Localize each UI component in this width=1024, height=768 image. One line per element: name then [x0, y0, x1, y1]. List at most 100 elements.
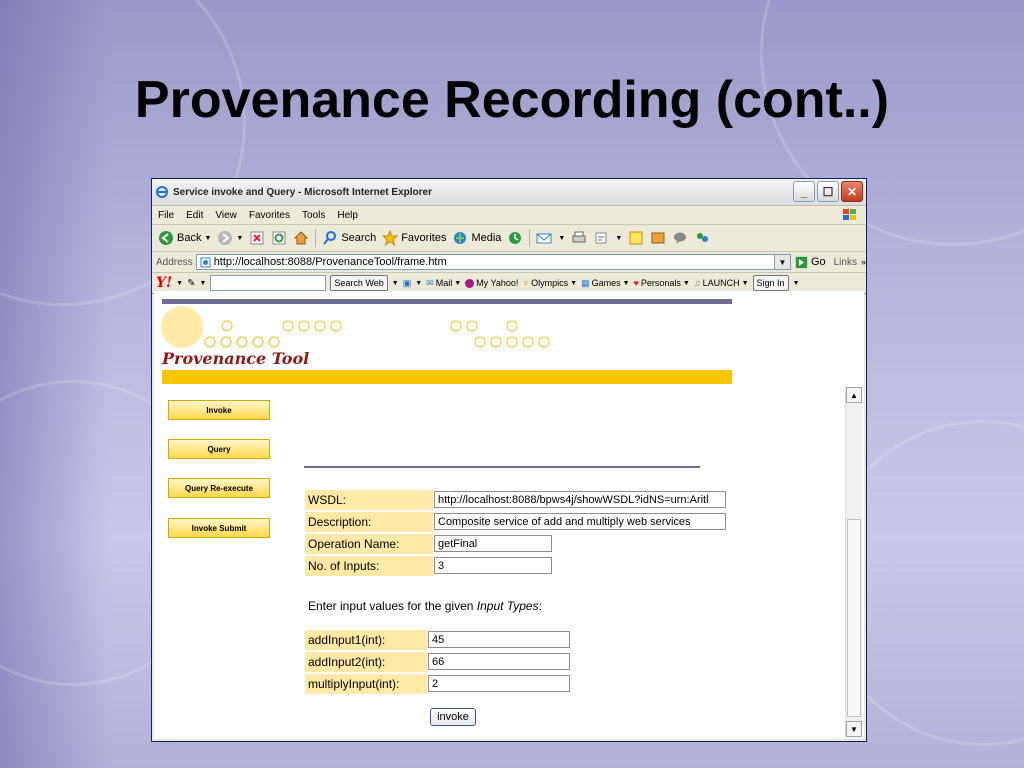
- add-input1-field[interactable]: 45: [428, 631, 570, 648]
- menu-help[interactable]: Help: [337, 210, 358, 221]
- yahoo-logo[interactable]: Y!: [156, 275, 172, 291]
- instruction-prefix: Enter input values for the given: [308, 599, 477, 613]
- ie-icon: [156, 186, 168, 198]
- favorites-button[interactable]: Favorites: [382, 230, 446, 246]
- search-button[interactable]: Search: [322, 230, 376, 246]
- my-yahoo-link[interactable]: My Yahoo!: [465, 278, 518, 288]
- query-reexecute-nav-button[interactable]: Query Re-execute: [168, 478, 270, 498]
- menu-edit[interactable]: Edit: [186, 210, 203, 221]
- wsdl-field[interactable]: http://localhost:8088/bpws4j/showWSDL?id…: [434, 491, 726, 508]
- toolbar-separator: [529, 229, 531, 247]
- invoke-nav-button[interactable]: Invoke: [168, 400, 270, 420]
- chevron-down-icon[interactable]: ▼: [558, 235, 565, 242]
- maximize-button[interactable]: ☐: [817, 181, 839, 202]
- search-web-button[interactable]: Search Web: [330, 275, 388, 291]
- history-icon[interactable]: [507, 230, 523, 246]
- header-gold-band: [162, 370, 732, 384]
- query-nav-button[interactable]: Query: [168, 439, 270, 459]
- yahoo-mail-link[interactable]: ✉ Mail ▼: [426, 278, 461, 289]
- scroll-up-button[interactable]: ▲: [846, 387, 862, 403]
- chevron-down-icon[interactable]: ▼: [415, 280, 422, 287]
- sign-in-button[interactable]: Sign In: [752, 275, 789, 291]
- notes-icon[interactable]: [628, 230, 644, 246]
- scroll-thumb[interactable]: [847, 519, 861, 717]
- address-dropdown-button[interactable]: ▼: [773, 255, 790, 269]
- toolbar-separator: [315, 229, 317, 247]
- multiply-input-label: multiplyInput(int):: [305, 674, 427, 694]
- chevron-down-icon[interactable]: ▼: [793, 280, 800, 287]
- chevron-down-icon: ▼: [454, 279, 462, 287]
- minimize-button[interactable]: _: [793, 181, 815, 202]
- pencil-icon[interactable]: ✎: [187, 278, 195, 289]
- chevron-down-icon[interactable]: ▼: [236, 235, 243, 242]
- chevron-down-icon[interactable]: ▼: [615, 235, 622, 242]
- menu-bar: File Edit View Favorites Tools Help: [152, 206, 866, 225]
- invoke-submit-nav-button[interactable]: Invoke Submit: [168, 518, 270, 538]
- olympics-label: Olympics: [531, 278, 569, 288]
- chevron-right-icon[interactable]: »: [861, 257, 866, 267]
- olympics-link[interactable]: ♆ Olympics ▼: [522, 278, 577, 288]
- back-button[interactable]: Back ▼: [158, 230, 211, 246]
- messenger-icon[interactable]: [672, 230, 688, 246]
- invoke-button[interactable]: invoke: [430, 708, 476, 726]
- wsdl-label: WSDL:: [305, 490, 433, 510]
- operation-name-field[interactable]: getFinal: [434, 535, 552, 552]
- chevron-down-icon: ▼: [778, 257, 787, 267]
- favorites-label: Favorites: [401, 232, 447, 244]
- description-field[interactable]: Composite service of add and multiply we…: [434, 513, 726, 530]
- yahoo-search-input[interactable]: [210, 275, 327, 291]
- standard-toolbar: Back ▼ ▼ Search Favorites Media ▼ ▼: [152, 225, 866, 252]
- scroll-down-button[interactable]: ▼: [846, 721, 862, 737]
- window-titlebar[interactable]: Service invoke and Query - Microsoft Int…: [152, 179, 866, 206]
- instruction-emphasis: Input Types: [476, 599, 539, 613]
- back-label: Back: [177, 232, 202, 244]
- chevron-down-icon: ▼: [622, 279, 630, 287]
- window-title: Service invoke and Query - Microsoft Int…: [173, 186, 432, 198]
- games-label: Games: [591, 278, 621, 288]
- forward-arrow-icon: [218, 231, 233, 245]
- forward-button[interactable]: ▼: [217, 230, 243, 246]
- vertical-scrollbar[interactable]: ▲ ▼: [845, 387, 862, 737]
- chevron-down-icon: ▼: [850, 724, 858, 734]
- search-icon: [323, 231, 337, 245]
- add-input1-label: addInput1(int):: [305, 630, 427, 650]
- multiply-input-field[interactable]: 2: [428, 675, 570, 692]
- menu-file[interactable]: File: [158, 210, 174, 221]
- address-label: Address: [156, 256, 193, 268]
- chevron-down-icon[interactable]: ▼: [392, 280, 399, 287]
- slide-title: Provenance Recording (cont..): [134, 71, 890, 129]
- personals-link[interactable]: ♥ Personals ▼: [634, 278, 690, 288]
- media-label: Media: [471, 232, 502, 244]
- chevron-down-icon[interactable]: ▼: [199, 280, 206, 287]
- go-button[interactable]: Go: [795, 256, 826, 269]
- page-icon: [200, 257, 211, 267]
- home-icon[interactable]: [293, 230, 309, 246]
- chevron-down-icon[interactable]: ▼: [176, 280, 183, 287]
- buddies-icon[interactable]: [694, 230, 710, 246]
- edit-page-icon[interactable]: [593, 230, 609, 246]
- print-icon[interactable]: [571, 230, 587, 246]
- research-icon[interactable]: [650, 230, 666, 246]
- star-icon: [382, 230, 399, 246]
- minimize-icon: _: [800, 184, 808, 199]
- go-label: Go: [810, 256, 826, 268]
- address-input[interactable]: http://localhost:8088/ProvenanceTool/fra…: [195, 254, 791, 270]
- refresh-icon[interactable]: [271, 230, 287, 246]
- mail-icon[interactable]: [536, 230, 552, 246]
- menu-view[interactable]: View: [215, 210, 237, 221]
- games-link[interactable]: ▦ Games ▼: [581, 278, 629, 289]
- inputs-count-field[interactable]: 3: [434, 557, 552, 574]
- media-button[interactable]: Media: [452, 230, 501, 246]
- launch-link[interactable]: ♫ LAUNCH ▼: [694, 278, 749, 288]
- menu-favorites[interactable]: Favorites: [249, 210, 290, 221]
- chevron-down-icon: ▼: [741, 279, 749, 287]
- links-label[interactable]: Links: [834, 257, 857, 268]
- menu-tools[interactable]: Tools: [302, 210, 325, 221]
- stop-icon[interactable]: [249, 230, 265, 246]
- chevron-down-icon[interactable]: ▼: [204, 235, 211, 242]
- close-button[interactable]: ✕: [841, 181, 863, 202]
- envelope-icon: ✉: [426, 277, 434, 288]
- add-input2-field[interactable]: 66: [428, 653, 570, 670]
- games-icon: ▦: [581, 277, 590, 288]
- highlight-icon[interactable]: ▣: [403, 278, 412, 289]
